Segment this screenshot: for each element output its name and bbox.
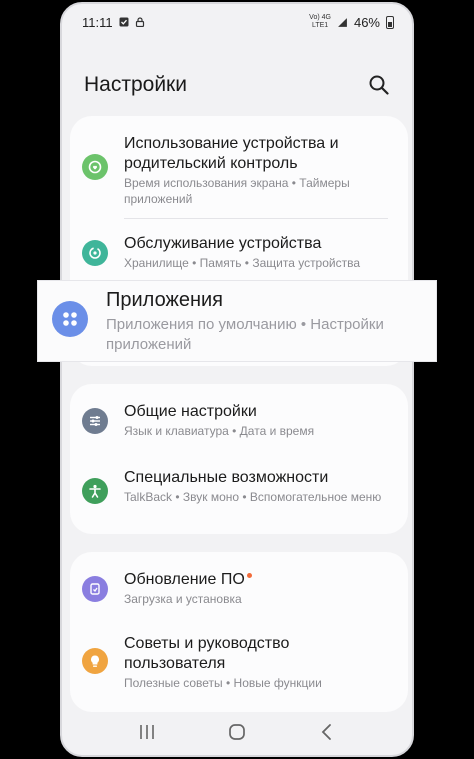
item-subtitle: Приложения по умолчанию • Настройки прил… (106, 316, 384, 353)
apps-grid-icon (52, 301, 88, 337)
item-subtitle: Загрузка и установка (124, 592, 242, 606)
battery-icon (386, 15, 394, 29)
item-texts: Советы и руководство пользователя Полезн… (124, 634, 394, 691)
item-texts: Обновление ПО Загрузка и установка (124, 570, 394, 607)
new-badge-dot (246, 573, 252, 578)
settings-item-tips[interactable]: Советы и руководство пользователя Полезн… (70, 634, 408, 698)
settings-item-device-care[interactable]: Обслуживание устройства Хранилище • Памя… (70, 234, 408, 284)
header: Настройки (62, 62, 412, 108)
divider (124, 218, 388, 219)
home-icon[interactable] (222, 717, 252, 747)
item-title: Использование устройства и родительский … (124, 135, 339, 172)
item-title: Приложения (106, 289, 224, 311)
sliders-icon (82, 408, 108, 434)
digital-wellbeing-icon (82, 154, 108, 180)
item-subtitle: Язык и клавиатура • Дата и время (124, 424, 315, 438)
battery-percent: 46% (353, 14, 380, 30)
item-title: Советы и руководство пользователя (124, 635, 290, 672)
item-title: Специальные возможности (124, 469, 329, 486)
item-subtitle: Хранилище • Память • Защита устройства (124, 256, 361, 270)
item-subtitle: Время использования экрана • Таймеры при… (124, 176, 350, 206)
item-subtitle: Полезные советы • Новые функции (124, 676, 322, 690)
item-title: Обслуживание устройства (124, 235, 322, 252)
settings-card-general: Общие настройки Язык и клавиатура • Дата… (70, 384, 408, 534)
software-update-icon (82, 576, 108, 602)
lock-icon (135, 17, 144, 27)
settings-item-accessibility[interactable]: Специальные возможности TalkBack • Звук … (70, 468, 408, 528)
accessibility-icon (82, 478, 108, 504)
page-title: Настройки (84, 73, 187, 96)
device-care-icon (82, 240, 108, 266)
item-title: Общие настройки (124, 403, 257, 420)
item-texts: Общие настройки Язык и клавиатура • Дата… (124, 402, 394, 439)
phone-screen: 11:11 Vo) 4G LTE1 46% Настройки Использо… (60, 2, 414, 757)
settings-item-apps[interactable]: Приложения Приложения по умолчанию • Нас… (38, 281, 436, 361)
settings-card-support: Обновление ПО Загрузка и установка Совет… (70, 552, 408, 712)
signal-icon (338, 17, 347, 27)
recents-icon[interactable] (132, 717, 162, 747)
lightbulb-icon (82, 648, 108, 674)
navigation-bar (62, 709, 412, 755)
settings-item-software-update[interactable]: Обновление ПО Загрузка и установка (70, 570, 408, 616)
settings-item-general[interactable]: Общие настройки Язык и клавиатура • Дата… (70, 402, 408, 448)
item-texts: Специальные возможности TalkBack • Звук … (124, 468, 394, 505)
item-texts: Обслуживание устройства Хранилище • Памя… (124, 234, 394, 271)
status-time: 11:11 (82, 14, 113, 30)
item-subtitle: TalkBack • Звук моно • Вспомогательное м… (124, 490, 382, 504)
back-icon[interactable] (312, 717, 342, 747)
status-bar: 11:11 Vo) 4G LTE1 46% (62, 4, 412, 40)
item-title-text: Обновление ПО (124, 571, 245, 588)
settings-item-digital-wellbeing[interactable]: Использование устройства и родительский … (70, 134, 408, 220)
item-title: Обновление ПО (124, 570, 394, 590)
search-icon[interactable] (368, 74, 390, 96)
network-type-indicator: Vo) 4G LTE1 (309, 14, 331, 29)
notification-check-icon (119, 17, 129, 27)
item-texts: Использование устройства и родительский … (124, 134, 394, 207)
